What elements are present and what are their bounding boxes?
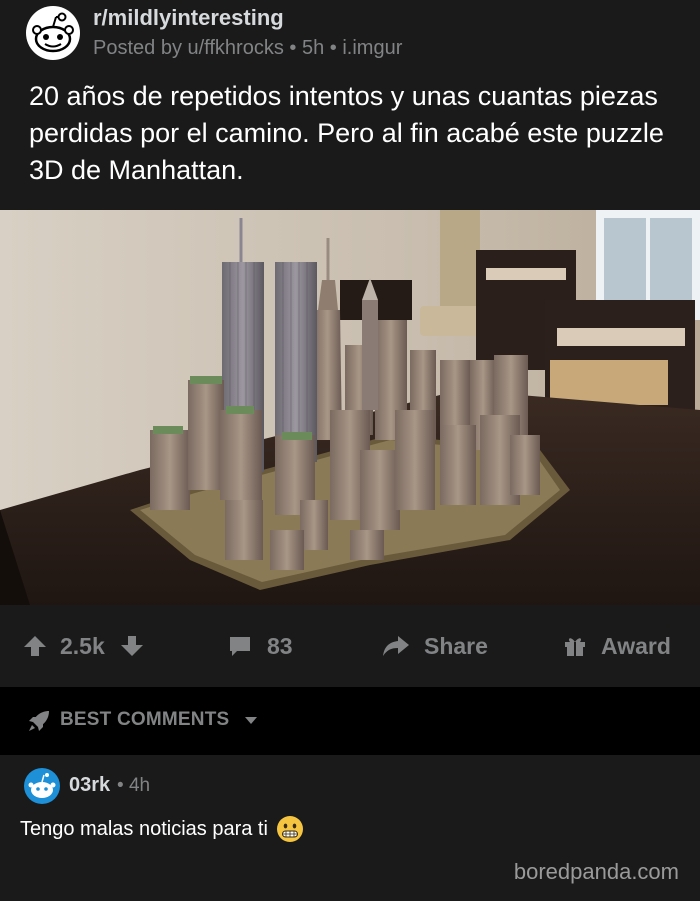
meta-separator: • <box>289 37 302 59</box>
award-label: Award <box>601 632 671 659</box>
sort-label: BEST COMMENTS <box>60 709 230 730</box>
comment-text: Tengo malas noticias para ti <box>20 817 268 840</box>
vote-group: 2.5k <box>22 605 145 687</box>
meta-separator: • <box>329 37 343 59</box>
post-meta: Posted by u/ffkhrocks • 5h • i.imgur <box>93 37 402 60</box>
comment-avatar[interactable] <box>24 768 60 804</box>
award-button[interactable]: Award <box>563 605 671 687</box>
grimacing-face-icon <box>276 816 303 842</box>
caret-down-icon <box>245 717 257 724</box>
comment-count: 83 <box>267 632 293 659</box>
post-title[interactable]: 20 años de repetidos intentos y unas cua… <box>29 78 689 189</box>
snoo-avatar-icon <box>28 773 56 798</box>
share-label: Share <box>424 632 488 659</box>
speech-bubble-icon <box>230 637 250 656</box>
comments-button[interactable]: 83 <box>227 605 293 687</box>
post-action-bar: 2.5k 83 Share Award <box>0 605 700 687</box>
reddit-alien-icon <box>32 12 74 53</box>
comment-age: • 4h <box>117 775 151 796</box>
comment-age-value: 4h <box>128 775 151 796</box>
post-image[interactable] <box>0 210 700 605</box>
post-age: 5h <box>301 37 325 59</box>
watermark: boredpanda.com <box>513 859 679 884</box>
share-arrow-icon <box>383 636 409 656</box>
manhattan-puzzle-photo <box>0 210 700 605</box>
arrow-down-icon[interactable] <box>119 633 145 659</box>
gift-icon <box>565 638 585 656</box>
share-button[interactable]: Share <box>382 605 488 687</box>
comment: 03rk • 4h Tengo malas noticias para ti b… <box>0 755 700 901</box>
rocket-icon <box>29 711 49 731</box>
vote-score: 2.5k <box>60 632 105 659</box>
post-domain[interactable]: i.imgur <box>342 37 402 59</box>
arrow-up-icon[interactable] <box>22 633 48 659</box>
comment-body: Tengo malas noticias para ti <box>20 815 304 843</box>
comment-sort-bar[interactable]: BEST COMMENTS <box>0 687 700 755</box>
subreddit-name[interactable]: r/mildlyinteresting <box>93 5 284 31</box>
subreddit-avatar[interactable] <box>26 6 80 60</box>
post-author[interactable]: Posted by u/ffkhrocks <box>93 37 284 59</box>
comment-author[interactable]: 03rk <box>69 774 110 797</box>
post-header: r/mildlyinteresting Posted by u/ffkhrock… <box>0 0 700 210</box>
